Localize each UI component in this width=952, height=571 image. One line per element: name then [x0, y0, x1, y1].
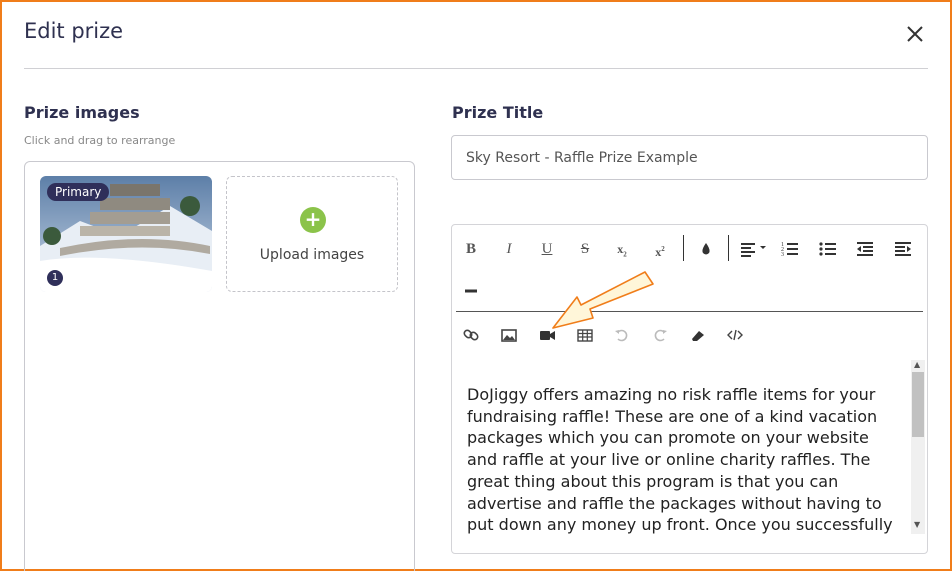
outdent-icon[interactable] [853, 237, 877, 261]
close-icon[interactable] [903, 22, 927, 46]
svg-text:3: 3 [781, 252, 784, 258]
code-view-icon[interactable] [723, 323, 747, 347]
strikethrough-icon[interactable]: S [573, 237, 597, 261]
superscript-icon[interactable]: x2 [648, 237, 672, 261]
toolbar-separator [728, 235, 729, 261]
prize-title-input[interactable] [451, 135, 928, 180]
color-drop-icon[interactable] [694, 237, 718, 261]
italic-icon[interactable]: I [497, 237, 521, 261]
toolbar-separator [683, 235, 684, 261]
scroll-down-icon[interactable]: ▼ [914, 520, 920, 529]
bold-icon[interactable]: B [459, 237, 483, 261]
subscript-icon[interactable]: x2 [610, 237, 634, 261]
annotation-arrow-icon [545, 262, 655, 338]
prize-title-heading: Prize Title [452, 103, 544, 122]
ordered-list-icon[interactable]: 123 [778, 237, 802, 261]
scroll-up-icon[interactable]: ▲ [914, 360, 920, 369]
header-divider [24, 68, 928, 69]
image-icon[interactable] [497, 323, 521, 347]
underline-icon[interactable]: U [535, 237, 559, 261]
eraser-icon[interactable] [686, 323, 710, 347]
toolbar-divider [456, 311, 923, 312]
primary-badge: Primary [47, 183, 110, 201]
plus-icon: + [300, 207, 326, 233]
upload-images-label: Upload images [259, 247, 365, 263]
align-icon[interactable] [738, 237, 770, 261]
rearrange-hint: Click and drag to rearrange [24, 134, 176, 147]
link-icon[interactable] [459, 323, 483, 347]
modal-title: Edit prize [24, 19, 124, 43]
image-order-badge: 1 [47, 270, 63, 286]
upload-images-button[interactable]: + Upload images [226, 176, 398, 292]
description-text[interactable]: DoJiggy offers amazing no risk raffle it… [467, 384, 897, 534]
indent-icon[interactable] [891, 237, 915, 261]
prize-images-heading: Prize images [24, 103, 140, 122]
unordered-list-icon[interactable] [816, 237, 840, 261]
horizontal-rule-icon[interactable] [459, 279, 483, 303]
scrollbar-thumb[interactable] [912, 372, 924, 437]
